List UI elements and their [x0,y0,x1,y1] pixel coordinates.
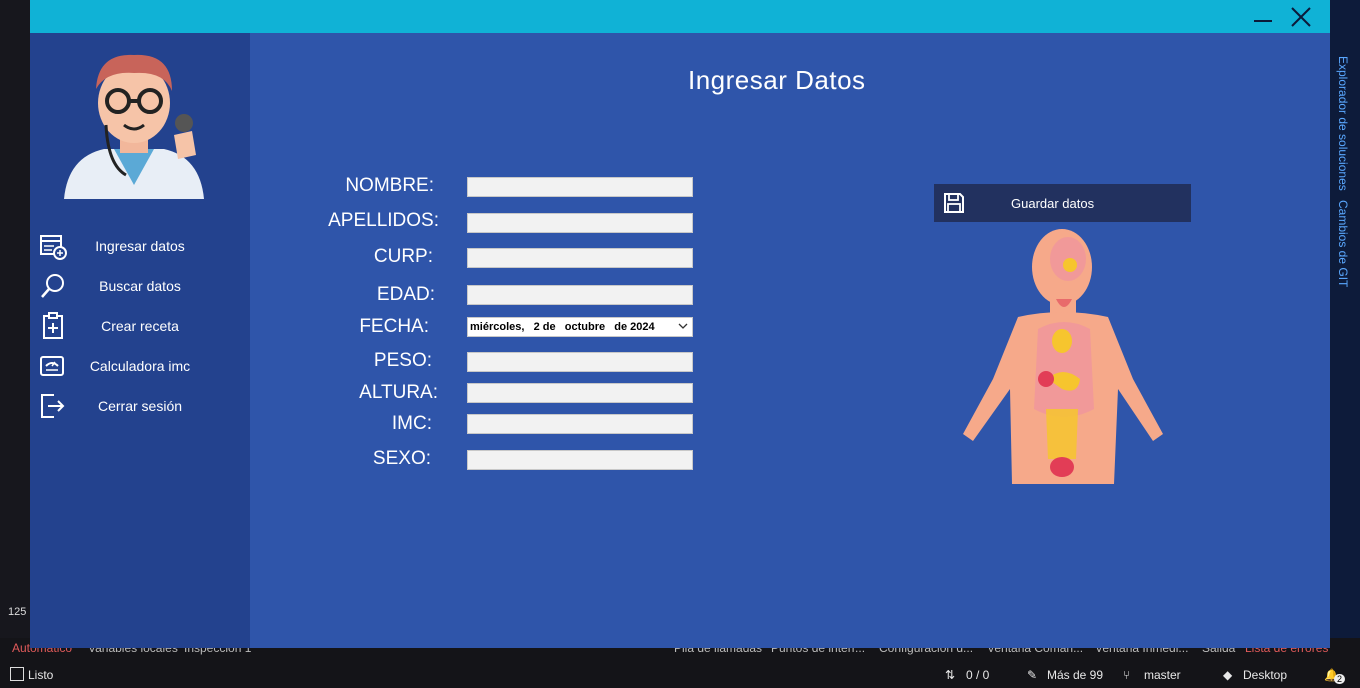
nombre-field[interactable] [467,177,693,197]
close-icon [1291,7,1311,27]
altura-label: ALTURA: [359,382,438,403]
status-target[interactable]: Desktop [1243,668,1287,682]
sidebar-item-buscar-datos[interactable]: Buscar datos [30,269,250,305]
fecha-value: miércoles, 2 de octubre de 2024 [470,321,655,333]
imc-field[interactable] [467,414,693,434]
human-anatomy-illustration [963,229,1163,484]
sidebar-item-ingresar-datos[interactable]: Ingresar datos [30,229,250,265]
edad-label: EDAD: [376,284,435,305]
sidebar-item-label: Buscar datos [99,278,181,294]
status-branch[interactable]: master [1144,668,1181,682]
add-record-icon [40,235,67,260]
notification-count: 2 [1334,674,1346,684]
minimize-icon [1254,20,1272,22]
status-sync[interactable]: 0 / 0 [966,668,989,682]
ide-left-gutter: 125 [0,0,30,660]
sidebar-item-label: Crear receta [101,318,179,334]
main-content: Ingresar Datos NOMBRE: APELLIDOS: CURP: … [250,33,1330,648]
status-ready: Listo [28,668,54,682]
sexo-field[interactable] [467,450,693,470]
search-icon [41,274,64,298]
sidebar-item-label: Cerrar sesión [97,398,183,414]
sexo-label: SEXO: [372,448,431,469]
curp-label: CURP: [373,246,433,267]
imc-label: IMC: [391,413,432,434]
apellidos-field[interactable] [467,213,693,233]
sidebar-item-label: Calculadora imc [89,358,191,374]
tab-solution-explorer[interactable]: Explorador de soluciones [1336,56,1350,191]
ready-icon [10,667,24,681]
clipboard-plus-icon [43,312,63,339]
close-button[interactable] [1288,4,1314,30]
peso-label: PESO: [373,350,432,371]
minimize-button[interactable] [1250,4,1276,30]
floppy-disk-icon [944,193,964,213]
sync-icon: ⇅ [945,668,956,682]
tab-git-changes[interactable]: Cambios de GIT [1336,200,1350,287]
sidebar-item-cerrar-sesion[interactable]: Cerrar sesión [30,389,250,425]
fecha-date-picker[interactable]: miércoles, 2 de octubre de 2024 [467,317,693,337]
app-titlebar [30,0,1330,33]
zoom-level: 125 [8,606,27,618]
altura-field[interactable] [467,383,693,403]
pencil-icon: ✎ [1027,668,1038,682]
target-icon: ◆ [1223,668,1233,682]
fecha-label: FECHA: [359,316,429,337]
sidebar: Ingresar datos Buscar datos Crear receta… [30,33,250,648]
page-title: Ingresar Datos [688,65,866,95]
status-changes[interactable]: Más de 99 [1047,668,1103,682]
sidebar-item-label: Ingresar datos [95,238,185,254]
nombre-label: NOMBRE: [345,175,434,196]
save-button[interactable]: Guardar datos [934,184,1191,222]
sidebar-item-calculadora-imc[interactable]: Calculadora imc [30,349,250,385]
ide-status-bar: Listo ⇅ 0 / 0 ✎ Más de 99 ⑂ master ◆ Des… [0,660,1360,688]
curp-field[interactable] [467,248,693,268]
chevron-down-icon [678,323,688,329]
save-button-label: Guardar datos [1011,196,1095,211]
branch-icon: ⑂ [1123,668,1131,682]
logout-icon [41,394,65,418]
apellidos-label: APELLIDOS: [328,210,439,231]
edad-field[interactable] [467,285,693,305]
scale-icon [40,356,64,376]
sidebar-item-crear-receta[interactable]: Crear receta [30,309,250,345]
peso-field[interactable] [467,352,693,372]
doctor-illustration [64,54,204,199]
